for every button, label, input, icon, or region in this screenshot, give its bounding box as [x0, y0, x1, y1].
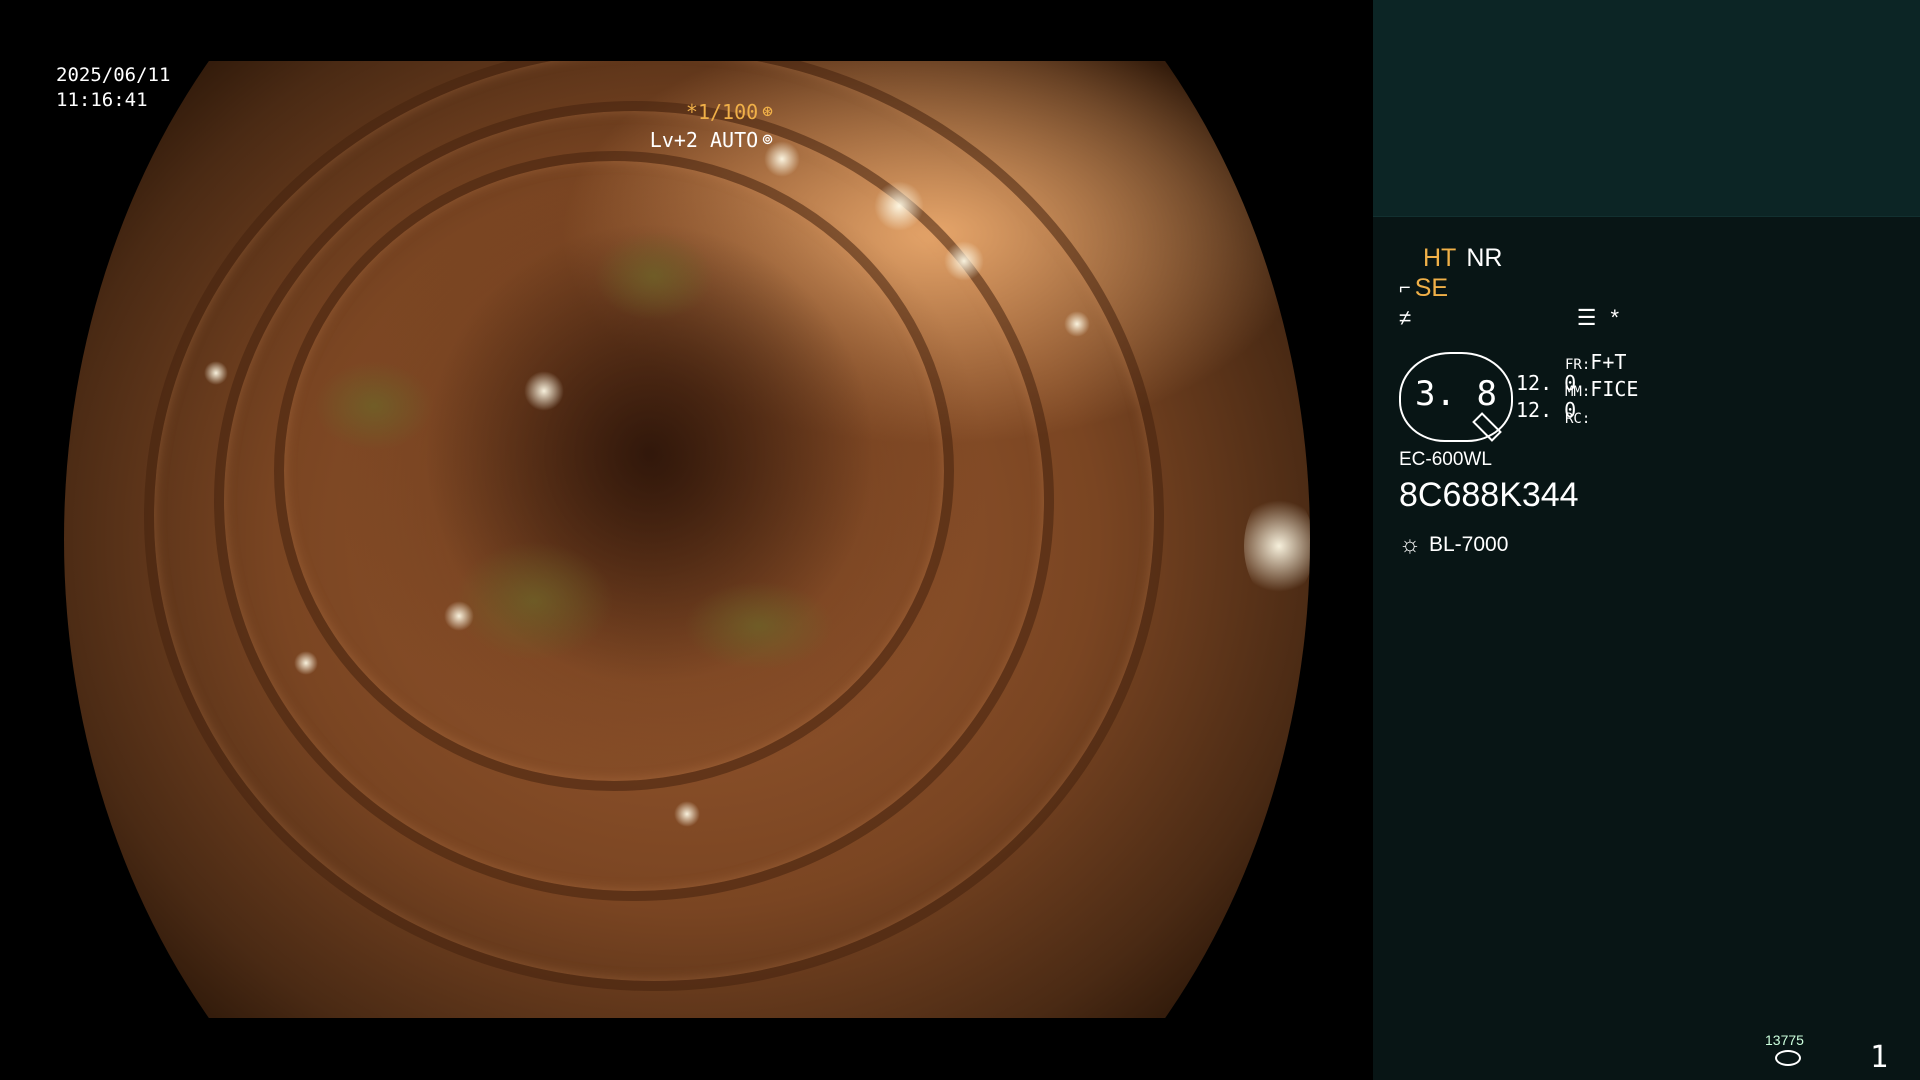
residue-patch [454, 541, 614, 661]
light-reflection [674, 801, 700, 827]
iris-indicator: 3. 8 [1399, 352, 1513, 442]
info-side-panel: HT NR ⌐ SE ≠ ☰ * 3. 8 12. 0 12. 0 FR:F+T… [1373, 0, 1920, 1080]
image-counter: 13775 [1765, 1032, 1804, 1048]
disk-icon [1775, 1050, 1801, 1066]
light-reflection [204, 361, 228, 385]
light-reflection [294, 651, 318, 675]
time-readout: 11:16:41 [56, 89, 148, 111]
residue-patch [594, 231, 714, 321]
star-indicator: * [1610, 305, 1619, 330]
page-number: 1 [1870, 1040, 1889, 1075]
date-readout: 2025/06/11 [56, 64, 171, 86]
sun-icon: ☼ [1399, 531, 1421, 558]
brightness-level-value: Lv+2 AUTO [649, 128, 759, 152]
iris-knob-icon [1472, 412, 1502, 442]
edge-icon: ≠ [1399, 305, 1412, 330]
scope-model: EC-600WL [1399, 449, 1492, 470]
mode-labels: FR:F+T MM:FICE RC: [1565, 350, 1638, 431]
shutter-speed-indicator: *1/100 ⊛ [686, 100, 773, 124]
residue-patch [314, 361, 434, 451]
mm-value: FICE [1590, 377, 1639, 401]
auto-iris-icon: ⊚ [762, 129, 773, 150]
mm-key: MM: [1565, 384, 1591, 400]
enhance-icon: ⌐ [1399, 277, 1411, 299]
brightness-level-indicator: Lv+2 AUTO ⊚ [650, 128, 773, 152]
light-reflection [1244, 491, 1310, 601]
light-reflection [524, 371, 564, 411]
light-reflection [1064, 311, 1090, 337]
shutter-speed-value: *1/100 [685, 100, 759, 124]
light-reflection [444, 601, 474, 631]
endoscopic-image [64, 61, 1310, 1018]
processing-mode-row: HT NR [1423, 244, 1502, 273]
rc-key: RC: [1565, 411, 1591, 427]
fr-key: FR: [1565, 357, 1591, 373]
light-source-model: BL-7000 [1429, 533, 1509, 556]
light-source-row: ☼ BL-7000 [1399, 531, 1508, 559]
endoscope-video-area: 2025/06/11 11:16:41 *1/100 ⊛ Lv+2 AUTO ⊚ [0, 0, 1373, 1080]
aperture-icon: ⊛ [762, 101, 773, 122]
status-icons-row: ≠ ☰ * [1399, 305, 1619, 331]
nr-indicator: NR [1466, 244, 1503, 272]
scope-serial: 8C688K344 [1399, 476, 1579, 514]
ht-indicator: HT [1423, 244, 1457, 272]
iris-value: 3. 8 [1415, 374, 1497, 414]
light-reflection [874, 181, 924, 231]
residue-patch [684, 581, 834, 671]
se-indicator: SE [1414, 274, 1449, 302]
mucosal-fold [144, 61, 1164, 991]
light-reflection [944, 241, 984, 281]
structure-enhance-row: ⌐ SE [1399, 274, 1448, 303]
patient-info-area [1373, 0, 1920, 217]
menu-list-icon: ☰ [1576, 305, 1597, 330]
fr-value: F+T [1590, 350, 1627, 374]
